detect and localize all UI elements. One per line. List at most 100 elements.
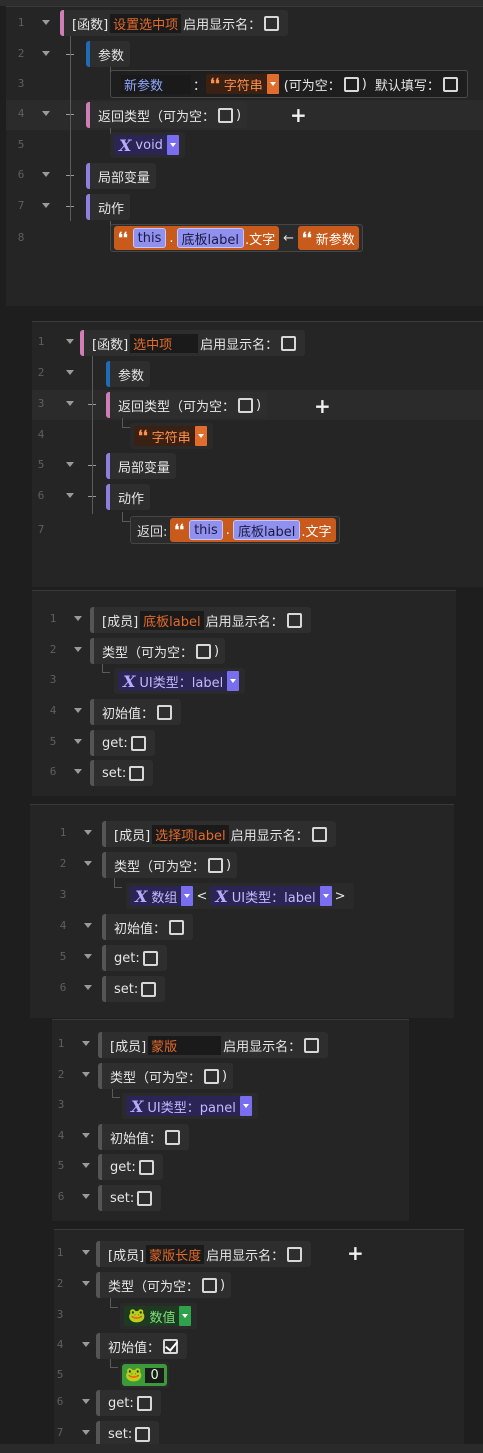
return-statement[interactable]: 返回: ❛❛ this . 底板label .文字	[130, 516, 340, 544]
type-section[interactable]: 类型（可为空： )	[102, 852, 238, 878]
function-name-input[interactable]: 设置选中项	[110, 13, 182, 33]
chevron-down-icon[interactable]	[82, 1281, 90, 1286]
member-name-input[interactable]: 蒙版	[148, 1035, 222, 1055]
function-header[interactable]: [函数] 设置选中项 启用显示名：	[60, 10, 289, 36]
chevron-down-icon[interactable]	[82, 1250, 90, 1255]
get-checkbox[interactable]	[136, 1395, 152, 1411]
member-name-input[interactable]: 底板label	[140, 610, 204, 630]
chevron-down-icon[interactable]	[66, 493, 74, 498]
dropdown-arrow-icon[interactable]	[319, 886, 332, 906]
type-section[interactable]: 类型（可为空： )	[90, 638, 226, 664]
return-type-section[interactable]: 返回类型（可为空： )	[106, 392, 268, 418]
function-name-input[interactable]: 选中项	[130, 333, 199, 353]
params-section[interactable]: 参数	[106, 361, 151, 387]
chevron-down-icon[interactable]	[84, 985, 92, 990]
plus-icon[interactable]: +	[347, 1243, 364, 1263]
member-name-input[interactable]: 蒙版长度	[146, 1244, 205, 1264]
show-name-checkbox[interactable]	[286, 612, 302, 628]
type-value[interactable]: X UI类型：panel	[122, 1093, 258, 1119]
setter-section[interactable]: set:	[90, 760, 154, 786]
dropdown-arrow-icon[interactable]	[266, 74, 279, 94]
init-checkbox[interactable]	[169, 919, 185, 935]
setter-section[interactable]: set:	[102, 976, 166, 1002]
number-literal[interactable]: 🐸 0	[122, 1364, 167, 1386]
set-checkbox[interactable]	[141, 981, 157, 997]
dropdown-arrow-icon[interactable]	[166, 135, 179, 155]
type-chip[interactable]: Xvoid	[114, 135, 179, 155]
dropdown-arrow-icon[interactable]	[239, 1096, 252, 1116]
init-section[interactable]: 初始值：	[90, 699, 182, 725]
chevron-down-icon[interactable]	[66, 462, 74, 467]
show-name-checkbox[interactable]	[311, 826, 327, 842]
number-value-input[interactable]: 0	[145, 1367, 164, 1383]
return-type-section[interactable]: 返回类型（可为空： )	[86, 102, 248, 128]
nullable-checkbox[interactable]	[343, 76, 359, 92]
nullable-checkbox[interactable]	[196, 643, 212, 659]
init-checkbox[interactable]	[157, 704, 173, 720]
chevron-down-icon[interactable]	[66, 339, 74, 344]
type-section[interactable]: 类型（可为空： )	[98, 1063, 234, 1089]
set-checkbox[interactable]	[137, 1190, 153, 1206]
chevron-down-icon[interactable]	[84, 861, 92, 866]
param-ref-expr[interactable]: ❛❛ 新参数	[298, 226, 359, 250]
return-type-value[interactable]: Xvoid	[110, 132, 185, 158]
getter-section[interactable]: get:	[90, 730, 155, 756]
init-section[interactable]: 初始值：	[98, 1124, 190, 1150]
getter-section[interactable]: get:	[102, 945, 167, 971]
this-token[interactable]: this	[189, 520, 223, 540]
ui-type-chip[interactable]: X UI类型：panel	[126, 1096, 252, 1116]
chevron-down-icon[interactable]	[82, 1163, 90, 1168]
show-name-checkbox[interactable]	[264, 15, 280, 31]
set-checkbox[interactable]	[129, 765, 145, 781]
member-name-input[interactable]: 选择项label	[152, 824, 229, 844]
chevron-down-icon[interactable]	[84, 830, 92, 835]
this-token[interactable]: this	[132, 228, 167, 248]
chevron-down-icon[interactable]	[66, 370, 74, 375]
dropdown-arrow-icon[interactable]	[179, 1306, 192, 1326]
chevron-down-icon[interactable]	[84, 954, 92, 959]
string-expr[interactable]: ❛❛ this . 底板label .文字	[114, 226, 280, 250]
chevron-down-icon[interactable]	[82, 1399, 90, 1404]
show-name-checkbox[interactable]	[287, 1246, 303, 1262]
setter-section[interactable]: set:	[98, 1185, 162, 1211]
dropdown-arrow-icon[interactable]	[227, 671, 240, 691]
locals-section[interactable]: 局部变量	[106, 453, 177, 479]
assign-statement[interactable]: ❛❛ this . 底板label .文字 ← ❛❛ 新参数	[110, 224, 363, 252]
set-checkbox[interactable]	[135, 1426, 151, 1442]
params-section[interactable]: 参数	[86, 41, 131, 67]
init-checkbox[interactable]	[163, 1338, 179, 1354]
param-type-chip[interactable]: ❛❛ 字符串	[206, 74, 279, 94]
dropdown-arrow-icon[interactable]	[181, 886, 194, 906]
type-value[interactable]: X 数组 < X UI类型：label >	[126, 883, 355, 909]
plus-icon[interactable]: +	[314, 396, 331, 416]
chevron-down-icon[interactable]	[74, 616, 82, 621]
field-token[interactable]: .文字	[245, 229, 275, 248]
return-type-value[interactable]: ❛❛ 字符串	[130, 423, 213, 449]
show-name-checkbox[interactable]	[281, 335, 297, 351]
chevron-down-icon[interactable]	[42, 203, 50, 208]
ui-type-chip[interactable]: X UI类型：label	[210, 886, 332, 906]
ui-type-chip[interactable]: X UI类型：label	[118, 671, 240, 691]
actions-section[interactable]: 动作	[106, 484, 151, 510]
get-checkbox[interactable]	[142, 950, 158, 966]
get-checkbox[interactable]	[130, 735, 146, 751]
type-value[interactable]: 🐸 数值	[120, 1303, 198, 1329]
chevron-down-icon[interactable]	[82, 1133, 90, 1138]
member-token[interactable]: 底板label	[232, 520, 301, 540]
type-value[interactable]: X UI类型：label	[114, 668, 246, 694]
chevron-down-icon[interactable]	[74, 708, 82, 713]
init-section[interactable]: 初始值：	[102, 914, 194, 940]
init-value[interactable]: 🐸 0	[120, 1362, 169, 1388]
chevron-down-icon[interactable]	[42, 111, 50, 116]
string-type-chip[interactable]: ❛❛ 字符串	[134, 426, 207, 446]
nullable-checkbox[interactable]	[208, 857, 224, 873]
chevron-down-icon[interactable]	[42, 172, 50, 177]
chevron-down-icon[interactable]	[74, 769, 82, 774]
chevron-down-icon[interactable]	[74, 739, 82, 744]
member-header[interactable]: [成员] 蒙版 启用显示名：	[98, 1032, 329, 1058]
default-fill-checkbox[interactable]	[442, 76, 458, 92]
string-expr[interactable]: ❛❛ this . 底板label .文字	[170, 518, 336, 542]
chevron-down-icon[interactable]	[82, 1342, 90, 1347]
function-header[interactable]: [函数] 选中项 启用显示名：	[80, 330, 306, 356]
return-nullable-checkbox[interactable]	[238, 397, 254, 413]
